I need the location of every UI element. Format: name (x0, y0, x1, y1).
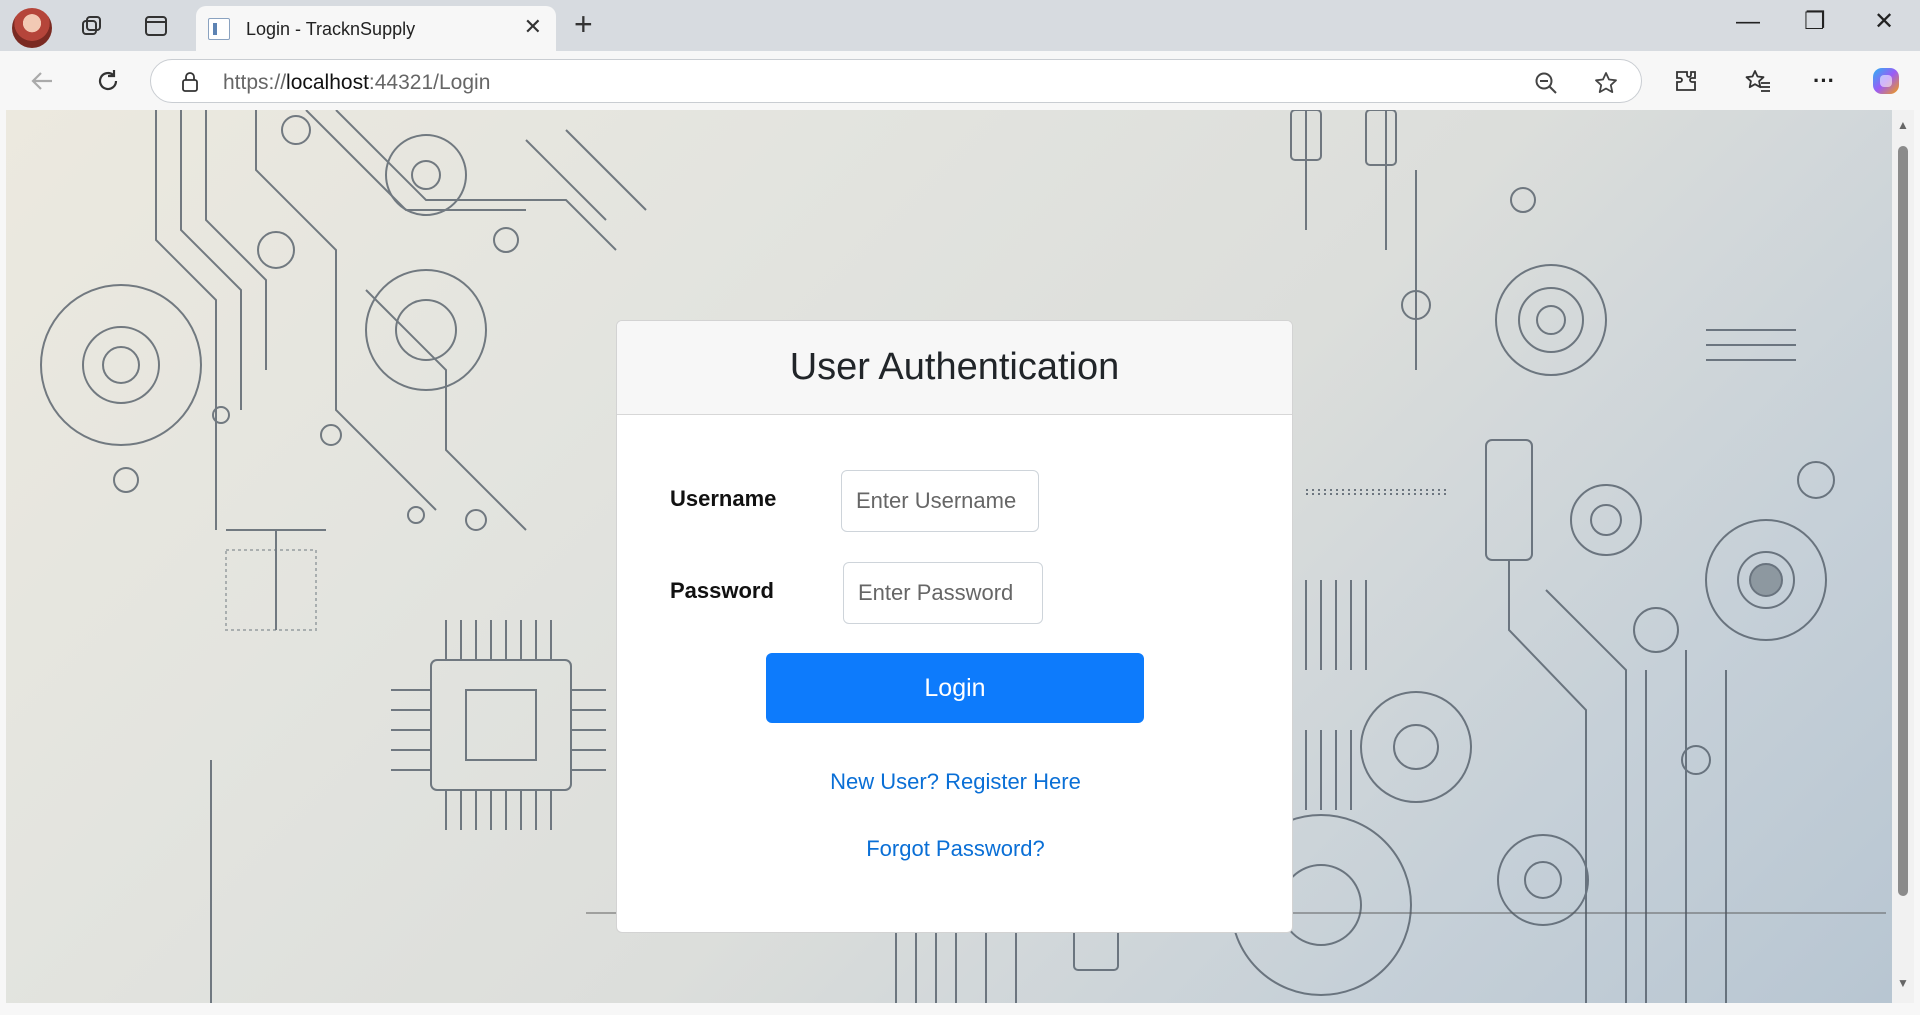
page-scrollbar[interactable]: ▲ ▼ (1892, 110, 1914, 1003)
address-bar[interactable]: https://localhost:44321/Login (150, 59, 1642, 103)
page-favicon-icon (208, 18, 230, 40)
login-card: User Authentication Username Password Lo… (616, 320, 1293, 933)
login-card-header: User Authentication (617, 321, 1292, 415)
workspaces-icon[interactable] (74, 8, 110, 44)
password-input[interactable] (843, 562, 1043, 624)
scroll-up-icon[interactable]: ▲ (1897, 118, 1909, 132)
more-icon[interactable]: ··· (1808, 65, 1840, 97)
login-button[interactable]: Login (766, 653, 1144, 723)
lock-icon[interactable] (181, 72, 199, 92)
minimize-icon[interactable]: — (1736, 10, 1760, 34)
favorite-star-icon[interactable] (1593, 70, 1619, 96)
forgot-password-link[interactable]: Forgot Password? (617, 836, 1292, 862)
extensions-icon[interactable] (1670, 65, 1702, 97)
copilot-icon[interactable] (1870, 65, 1902, 97)
url-text: https://localhost:44321/Login (223, 71, 491, 94)
close-window-icon[interactable]: ✕ (1874, 10, 1894, 34)
browser-tab-bar: Login - TracknSupply ✕ + — ❐ ✕ (0, 0, 1920, 51)
back-icon[interactable] (24, 63, 60, 99)
page-viewport: User Authentication Username Password Lo… (6, 110, 1892, 1003)
username-input[interactable] (841, 470, 1039, 532)
profile-avatar[interactable] (12, 8, 52, 48)
favorites-icon[interactable] (1742, 65, 1774, 97)
tab-title: Login - TracknSupply (246, 19, 416, 39)
restore-icon[interactable]: ❐ (1804, 10, 1826, 34)
refresh-icon[interactable] (90, 63, 126, 99)
scroll-down-icon[interactable]: ▼ (1897, 976, 1909, 990)
close-icon[interactable]: ✕ (524, 16, 542, 38)
zoom-out-icon[interactable] (1533, 70, 1559, 96)
tab-actions-icon[interactable] (138, 8, 174, 44)
plus-icon[interactable]: + (574, 8, 593, 40)
scroll-thumb[interactable] (1898, 146, 1908, 896)
browser-toolbar: https://localhost:44321/Login ··· (0, 51, 1920, 110)
active-tab[interactable]: Login - TracknSupply ✕ (196, 6, 556, 51)
password-label: Password (670, 578, 774, 603)
register-link[interactable]: New User? Register Here (617, 769, 1292, 795)
page-title: User Authentication (789, 346, 1120, 388)
username-label: Username (670, 486, 777, 511)
